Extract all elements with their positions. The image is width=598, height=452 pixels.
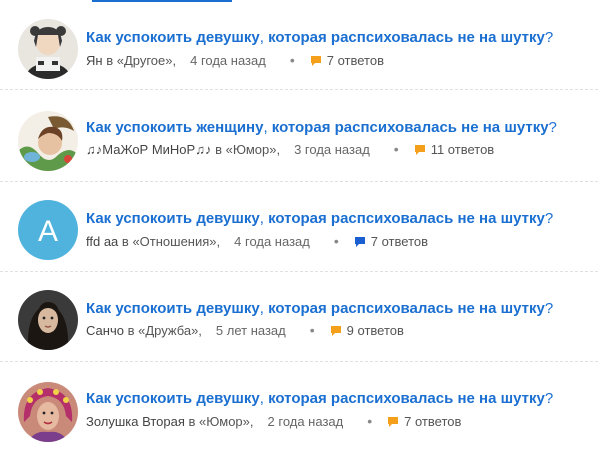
category-label[interactable]: в «Дружба»,	[128, 323, 202, 338]
category-label[interactable]: в «Отношения»,	[122, 234, 220, 249]
question-meta: ♫♪МаЖоР МиНоР♫♪ в «Юмор», 3 года назад •…	[86, 141, 494, 157]
question-title-part: которая распсиховалась не на шутку	[263, 300, 545, 317]
answers-bubble-orange-icon	[330, 326, 341, 336]
question-meta: Санчо в «Дружба», 5 лет назад • 9 ответо…	[86, 322, 404, 338]
answers-count[interactable]: 9 ответов	[347, 323, 404, 338]
author-name[interactable]: Санчо	[86, 323, 124, 338]
category-label[interactable]: в «Юмор»,	[215, 142, 280, 157]
timestamp: 3 года назад	[294, 141, 370, 157]
question-link[interactable]: Как успокоить девушку, которая распсихов…	[86, 300, 553, 317]
question-mark: ?	[544, 210, 554, 227]
question-title-part: Как успокоить девушку	[86, 390, 260, 407]
user-avatar-image	[18, 382, 78, 442]
question-link[interactable]: Как успокоить девушку, которая распсихов…	[86, 210, 553, 227]
list-item: Как успокоить девушку, которая распсихов…	[0, 362, 598, 452]
author-name[interactable]: ♫♪МаЖоР МиНоР♫♪	[86, 142, 211, 157]
avatar-letter: A	[38, 215, 58, 248]
list-item: Как успокоить девушку, которая распсихов…	[0, 272, 598, 362]
question-meta: Золушка Вторая в «Юмор», 2 года назад • …	[86, 413, 461, 429]
author-name[interactable]: ffd aa	[86, 234, 118, 249]
timestamp: 4 года назад	[234, 233, 310, 249]
separator-dot: •	[309, 322, 315, 338]
author-name[interactable]: Золушка Вторая	[86, 414, 185, 429]
question-link[interactable]: Как успокоить женщину, которая распсихов…	[86, 119, 557, 136]
answers-count[interactable]: 7 ответов	[371, 234, 428, 249]
answers-count[interactable]: 7 ответов	[404, 414, 461, 429]
question-link[interactable]: Как успокоить девушку, которая распсихов…	[86, 390, 553, 407]
author-name[interactable]: Ян	[86, 53, 103, 68]
separator-dot: •	[393, 141, 399, 157]
question-mark: ?	[544, 29, 554, 46]
user-avatar-image	[18, 19, 78, 79]
question-title-part: которая распсиховалась не на шутку	[263, 210, 545, 227]
question-title-part: которая распсиховалась не на шутку	[263, 390, 545, 407]
question-mark: ?	[544, 390, 554, 407]
answers-count[interactable]: 11 ответов	[431, 142, 495, 157]
answers-bubble-orange-icon	[310, 56, 321, 66]
list-item: Как успокоить женщину, которая распсихов…	[0, 90, 598, 182]
question-mark: ?	[548, 119, 557, 136]
question-meta: Ян в «Другое», 4 года назад • 7 ответов	[86, 52, 384, 68]
avatar[interactable]: A	[18, 200, 78, 260]
answers-bubble-orange-icon	[388, 417, 399, 427]
avatar[interactable]	[18, 111, 78, 171]
answers-bubble-blue-icon	[354, 237, 365, 247]
question-title-part: которая распсиховалась не на шутку	[263, 29, 545, 46]
separator-dot: •	[289, 52, 295, 68]
timestamp: 4 года назад	[190, 52, 266, 68]
question-title-part: Как успокоить девушку	[86, 29, 260, 46]
answers-count[interactable]: 7 ответов	[327, 53, 384, 68]
avatar[interactable]	[18, 290, 78, 350]
timestamp: 5 лет назад	[215, 322, 286, 338]
timestamp: 2 года назад	[267, 413, 344, 429]
answers-bubble-orange-icon	[414, 145, 425, 155]
question-mark: ?	[544, 300, 554, 317]
question-title-part: Как успокоить девушку	[86, 210, 260, 227]
list-item: Как успокоить девушку, которая распсихов…	[0, 0, 598, 90]
question-title-part: Как успокоить девушку	[86, 300, 260, 317]
question-link[interactable]: Как успокоить девушку, которая распсихов…	[86, 29, 553, 46]
question-title-part: Как успокоить женщину	[86, 119, 264, 136]
avatar[interactable]	[18, 19, 78, 79]
question-list: Как успокоить девушку, которая распсихов…	[0, 0, 598, 452]
letter-avatar: A	[18, 200, 78, 260]
category-label[interactable]: в «Другое»,	[106, 53, 176, 68]
separator-dot: •	[333, 233, 339, 249]
question-meta: ffd aa в «Отношения», 4 года назад • 7 о…	[86, 233, 428, 249]
avatar[interactable]	[18, 382, 78, 442]
category-label[interactable]: в «Юмор»,	[189, 414, 254, 429]
user-avatar-image	[18, 111, 78, 171]
user-avatar-image	[18, 290, 78, 350]
separator-dot: •	[367, 413, 373, 429]
list-item: A Как успокоить девушку, которая распсих…	[0, 182, 598, 272]
question-title-part: которая распсиховалась не на шутку	[267, 119, 549, 136]
